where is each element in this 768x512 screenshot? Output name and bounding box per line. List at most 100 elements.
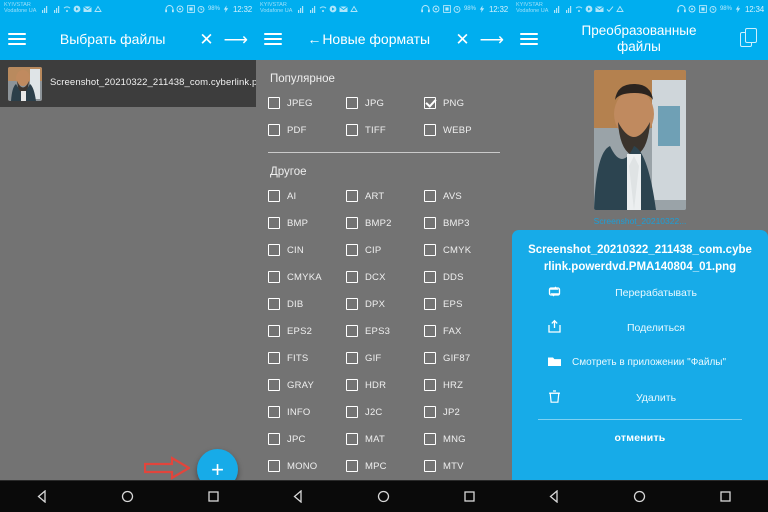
checkbox-icon[interactable] [346,190,358,202]
close-icon[interactable]: ✕ [199,31,213,48]
checkbox-icon[interactable] [346,298,358,310]
format-checkbox-j2c[interactable]: J2C [346,406,424,418]
back-arrow-icon[interactable]: ← [307,31,321,47]
format-checkbox-cmyk[interactable]: CMYK [424,244,502,256]
checkbox-icon[interactable] [268,271,280,283]
format-checkbox-gray[interactable]: GRAY [268,379,346,391]
format-checkbox-bmp[interactable]: BMP [268,217,346,229]
recents-icon[interactable] [708,480,742,512]
checkbox-icon[interactable] [268,97,280,109]
format-checkbox-dds[interactable]: DDS [424,271,502,283]
home-icon[interactable] [623,480,657,512]
format-checkbox-tiff[interactable]: TIFF [346,124,424,136]
format-checkbox-hdr[interactable]: HDR [346,379,424,391]
checkbox-icon[interactable] [346,433,358,445]
checkbox-icon[interactable] [424,190,436,202]
checkbox-icon[interactable] [268,190,280,202]
format-checkbox-mpc[interactable]: MPC [346,460,424,472]
format-checkbox-cmyka[interactable]: CMYKA [268,271,346,283]
back-icon[interactable] [538,480,572,512]
sheet-item[interactable]: Удалить [524,380,756,415]
checkbox-icon[interactable] [268,298,280,310]
checkbox-icon[interactable] [268,352,280,364]
arrow-right-icon[interactable]: ⟶ [224,31,248,48]
checkbox-icon[interactable] [424,271,436,283]
format-checkbox-eps[interactable]: EPS [424,298,502,310]
format-checkbox-jpg[interactable]: JPG [346,97,424,109]
format-checkbox-dcx[interactable]: DCX [346,271,424,283]
copy-files-icon[interactable] [740,28,760,50]
format-checkbox-bmp3[interactable]: BMP3 [424,217,502,229]
checkbox-icon[interactable] [346,271,358,283]
recents-icon[interactable] [452,480,486,512]
hamburger-icon[interactable] [520,33,538,45]
checkbox-icon[interactable] [268,433,280,445]
checkbox-icon[interactable] [346,124,358,136]
back-icon[interactable] [26,480,60,512]
checkbox-icon[interactable] [346,97,358,109]
arrow-right-icon[interactable]: ⟶ [480,31,504,48]
format-checkbox-gif[interactable]: GIF [346,352,424,364]
format-checkbox-info[interactable]: INFO [268,406,346,418]
format-checkbox-jpeg[interactable]: JPEG [268,97,346,109]
close-icon[interactable]: ✕ [455,31,469,48]
home-icon[interactable] [111,480,145,512]
checkbox-icon[interactable] [268,124,280,136]
checkbox-icon[interactable] [268,460,280,472]
cancel-button[interactable]: отменить [524,420,756,452]
checkbox-icon[interactable] [346,217,358,229]
format-checkbox-mng[interactable]: MNG [424,433,502,445]
format-checkbox-mono[interactable]: MONO [268,460,346,472]
checkbox-icon[interactable] [424,244,436,256]
checkbox-icon[interactable] [346,460,358,472]
checkbox-icon[interactable] [346,406,358,418]
checkbox-icon[interactable] [424,406,436,418]
format-checkbox-jpc[interactable]: JPC [268,433,346,445]
checkbox-icon[interactable] [424,352,436,364]
checkbox-icon[interactable] [424,325,436,337]
sheet-item[interactable]: Перерабатывать [524,275,756,310]
sheet-item[interactable]: Смотреть в приложении "Файлы" [524,345,756,380]
hamburger-icon[interactable] [8,33,26,45]
list-item[interactable]: Screenshot_20210322_211438_com.cyberlink… [0,60,256,107]
preview-thumbnail[interactable] [594,70,686,210]
back-icon[interactable] [282,480,316,512]
checkbox-icon[interactable] [346,244,358,256]
format-checkbox-cip[interactable]: CIP [346,244,424,256]
format-checkbox-ai[interactable]: AI [268,190,346,202]
checkbox-icon[interactable] [424,217,436,229]
format-checkbox-eps2[interactable]: EPS2 [268,325,346,337]
format-checkbox-mat[interactable]: MAT [346,433,424,445]
checkbox-icon[interactable] [424,433,436,445]
checkbox-checked-icon[interactable] [424,97,436,109]
checkbox-icon[interactable] [424,379,436,391]
recents-icon[interactable] [196,480,230,512]
checkbox-icon[interactable] [268,217,280,229]
format-checkbox-gif87[interactable]: GIF87 [424,352,502,364]
checkbox-icon[interactable] [424,124,436,136]
format-checkbox-bmp2[interactable]: BMP2 [346,217,424,229]
checkbox-icon[interactable] [268,244,280,256]
checkbox-icon[interactable] [424,460,436,472]
checkbox-icon[interactable] [346,379,358,391]
checkbox-icon[interactable] [268,406,280,418]
format-checkbox-dib[interactable]: DIB [268,298,346,310]
format-checkbox-fits[interactable]: FITS [268,352,346,364]
format-checkbox-avs[interactable]: AVS [424,190,502,202]
checkbox-icon[interactable] [346,325,358,337]
format-checkbox-webp[interactable]: WEBP [424,124,502,136]
checkbox-icon[interactable] [268,325,280,337]
checkbox-icon[interactable] [268,379,280,391]
hamburger-icon[interactable] [264,33,282,45]
format-checkbox-pdf[interactable]: PDF [268,124,346,136]
format-checkbox-dpx[interactable]: DPX [346,298,424,310]
format-checkbox-png[interactable]: PNG [424,97,502,109]
format-checkbox-hrz[interactable]: HRZ [424,379,502,391]
format-checkbox-fax[interactable]: FAX [424,325,502,337]
checkbox-icon[interactable] [346,352,358,364]
format-checkbox-jp2[interactable]: JP2 [424,406,502,418]
sheet-item[interactable]: Поделиться [524,310,756,345]
checkbox-icon[interactable] [424,298,436,310]
home-icon[interactable] [367,480,401,512]
format-checkbox-mtv[interactable]: MTV [424,460,502,472]
